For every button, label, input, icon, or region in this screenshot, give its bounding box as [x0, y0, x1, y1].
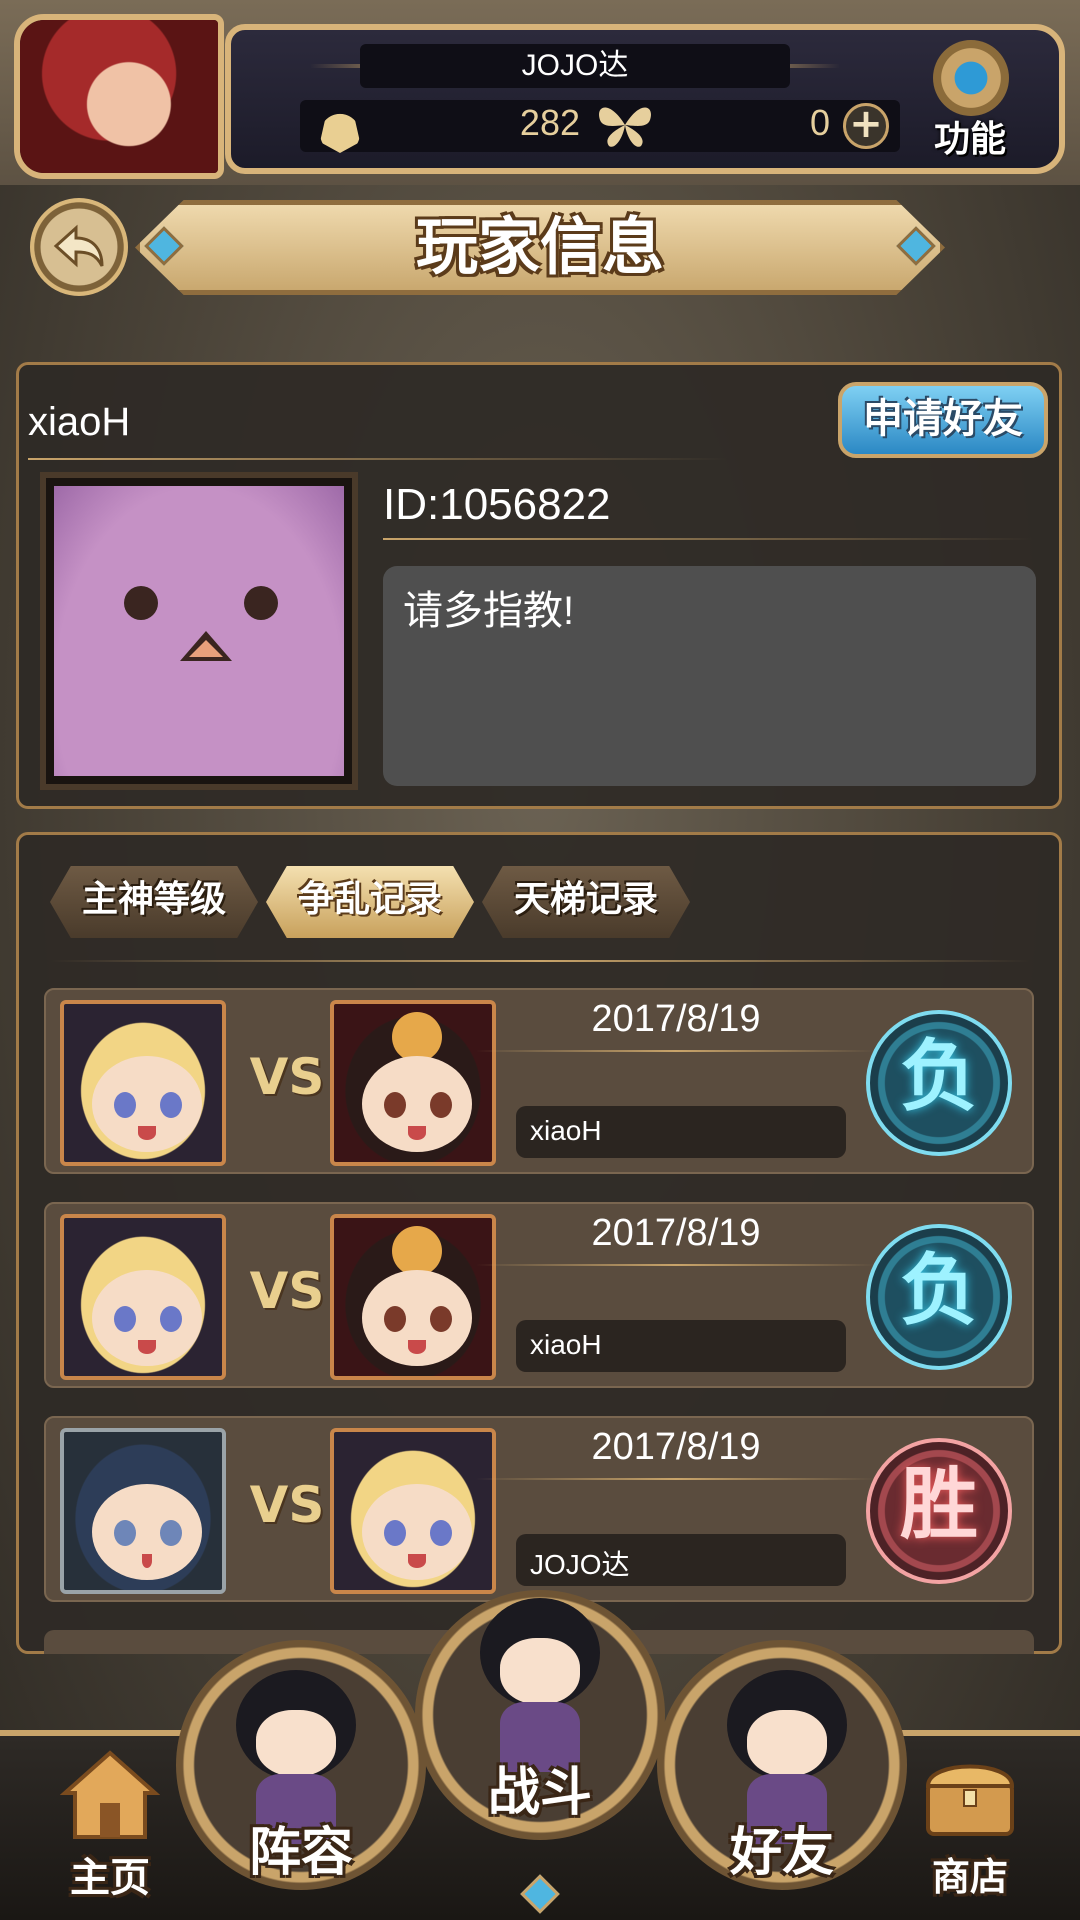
player-avatar[interactable] [14, 14, 224, 179]
record-opponent-name: xiaoH [530, 1329, 602, 1360]
tab-chaos-record[interactable]: 争乱记录 [266, 866, 474, 938]
record-row[interactable]: VS 2017/8/19 xiaoH 负 [44, 1202, 1034, 1388]
opponent-character-card [330, 1428, 496, 1594]
back-arrow-icon [53, 224, 104, 268]
result-lose-badge: 负 [866, 1224, 1012, 1370]
player-character-card [60, 1000, 226, 1166]
record-date: 2017/8/19 [591, 1426, 761, 1468]
gear-icon [933, 40, 1009, 116]
opponent-character-card [330, 1214, 496, 1380]
nav-friends-label: 好友 [729, 1823, 834, 1883]
player-character-card [60, 1428, 226, 1594]
premium-resource-value: 0 [809, 102, 830, 143]
flame-resource-value: 282 [519, 102, 580, 143]
nav-home-label: 主页 [70, 1855, 150, 1901]
player-id: ID:1056822 [383, 480, 611, 529]
plus-icon[interactable]: + [843, 103, 889, 149]
nav-friends[interactable]: 好友 [657, 1640, 907, 1890]
record-row[interactable]: VS 2017/8/19 JOJO达 胜 [44, 1416, 1034, 1602]
nav-team-label: 阵容 [248, 1823, 353, 1883]
nav-shop-label: 商店 [931, 1855, 1008, 1899]
back-button[interactable] [30, 198, 128, 296]
function-label: 功能 [933, 119, 1006, 160]
divider [50, 960, 1030, 962]
profile-picture [40, 472, 358, 790]
page-title: 玩家信息 [415, 210, 664, 283]
butterfly-icon [595, 100, 655, 150]
tab-god-level[interactable]: 主神等级 [50, 866, 258, 938]
player-name-label: JOJO达 [360, 44, 790, 88]
record-opponent-name: JOJO达 [530, 1549, 630, 1580]
nav-home[interactable]: 主页 [40, 1745, 180, 1905]
opponent-character-card [330, 1000, 496, 1166]
nav-battle[interactable]: 战斗 [415, 1590, 665, 1840]
divider [28, 458, 728, 460]
bio-text: 请多指教! [403, 589, 575, 633]
function-button[interactable]: 功能 [915, 40, 1025, 160]
record-opponent-name: xiaoH [530, 1115, 602, 1146]
record-date: 2017/8/19 [591, 998, 761, 1040]
record-date: 2017/8/19 [591, 1212, 761, 1254]
divider [476, 1478, 876, 1480]
result-lose-badge: 负 [866, 1010, 1012, 1156]
nav-team[interactable]: 阵容 [176, 1640, 426, 1890]
add-friend-button[interactable]: 申请好友 [838, 382, 1048, 458]
tab-ladder-record[interactable]: 天梯记录 [482, 866, 690, 938]
record-row[interactable]: VS 2017/8/19 xiaoH 负 [44, 988, 1034, 1174]
divider [476, 1264, 876, 1266]
vs-label: VS [249, 1476, 325, 1534]
divider [476, 1050, 876, 1052]
player-character-card [60, 1214, 226, 1380]
nav-battle-label: 战斗 [487, 1763, 592, 1823]
vs-label: VS [249, 1262, 325, 1320]
profile-player-name: xiaoH [28, 400, 131, 444]
divider [383, 538, 1033, 540]
treasure-chest-icon [925, 1764, 1015, 1836]
result-win-badge: 胜 [866, 1438, 1012, 1584]
vs-label: VS [249, 1048, 325, 1106]
house-icon [60, 1750, 160, 1839]
nav-shop[interactable]: 商店 [900, 1750, 1040, 1910]
